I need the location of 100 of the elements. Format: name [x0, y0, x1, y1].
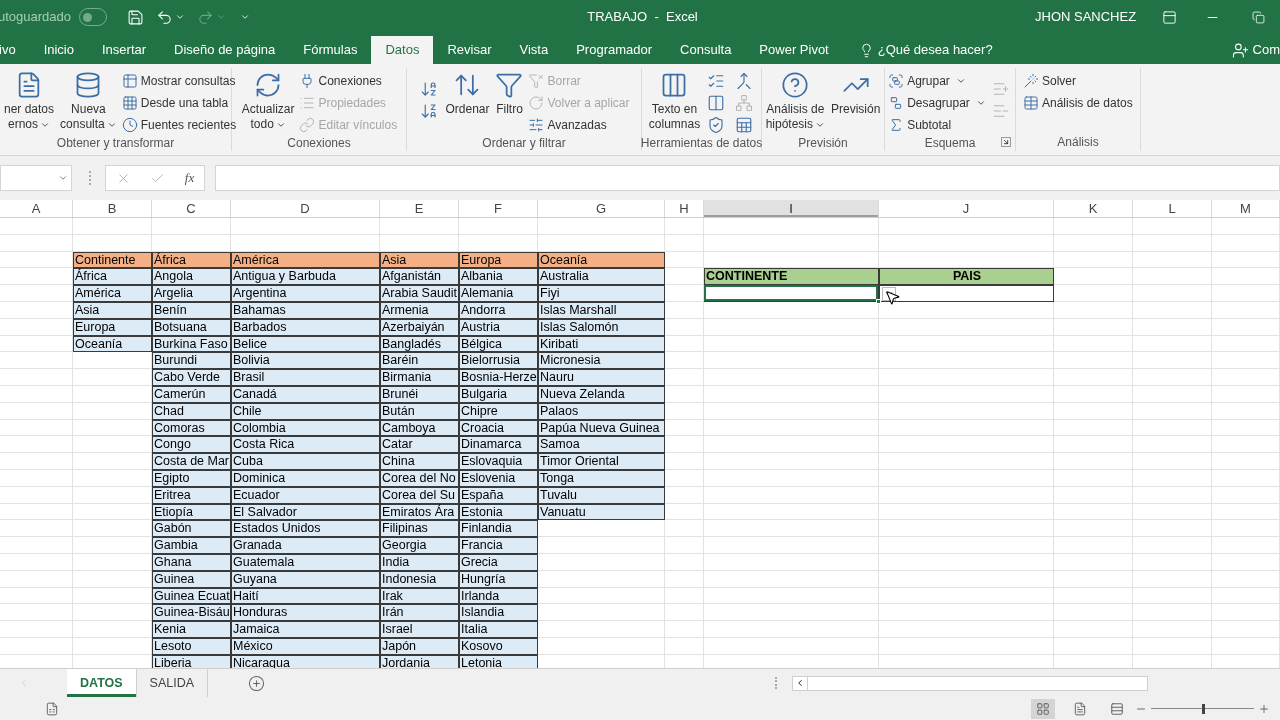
spreadsheet-cell[interactable]: [1054, 369, 1133, 386]
spreadsheet-cell[interactable]: [0, 553, 73, 571]
spreadsheet-cell[interactable]: [0, 503, 73, 521]
sheet-tab[interactable]: DATOS: [67, 669, 137, 697]
spreadsheet-cell[interactable]: [1212, 352, 1280, 370]
spreadsheet-cell[interactable]: [879, 318, 1054, 336]
ribbon-display-icon[interactable]: [1162, 9, 1178, 25]
spreadsheet-cell[interactable]: [879, 335, 1054, 353]
spreadsheet-cell[interactable]: [665, 520, 704, 538]
spreadsheet-cell[interactable]: [704, 335, 879, 353]
spreadsheet-cell[interactable]: [1212, 385, 1280, 403]
spreadsheet-cell[interactable]: [704, 604, 879, 622]
spreadsheet-cell[interactable]: [665, 419, 704, 437]
spreadsheet-cell[interactable]: [1054, 453, 1133, 470]
ribbon-tab[interactable]: Diseño de página: [160, 36, 290, 64]
spreadsheet-cell[interactable]: [704, 302, 879, 319]
spreadsheet-cell[interactable]: [1054, 318, 1133, 336]
spreadsheet-cell[interactable]: [665, 604, 704, 622]
ribbon-button[interactable]: Análisis de datos: [1022, 92, 1134, 114]
large-ribbon-button[interactable]: Nueva consulta: [58, 68, 119, 134]
ribbon-tab[interactable]: Datos: [371, 36, 434, 64]
ribbon-button[interactable]: Mostrar consultas: [120, 70, 238, 92]
spreadsheet-cell[interactable]: [1054, 621, 1133, 638]
spreadsheet-cell[interactable]: [879, 520, 1054, 538]
large-ribbon-button[interactable]: Actualizar todo: [239, 68, 297, 134]
large-ribbon-button[interactable]: Filtro: [493, 68, 526, 134]
spreadsheet-cell[interactable]: [73, 218, 152, 235]
spreadsheet-cell[interactable]: [704, 436, 879, 454]
ribbon-button[interactable]: Solver: [1022, 70, 1134, 92]
spreadsheet-cell[interactable]: [665, 469, 704, 487]
spreadsheet-cell[interactable]: [665, 335, 704, 353]
spreadsheet-cell[interactable]: [704, 318, 879, 336]
spreadsheet-cell[interactable]: [1054, 604, 1133, 622]
spreadsheet-cell[interactable]: [665, 587, 704, 605]
spreadsheet-cell[interactable]: [1133, 385, 1212, 403]
spreadsheet-cell[interactable]: [665, 318, 704, 336]
spreadsheet-cell[interactable]: [704, 553, 879, 571]
scroll-left-icon[interactable]: [795, 678, 805, 688]
spreadsheet-cell[interactable]: [0, 234, 73, 252]
spreadsheet-cell[interactable]: [879, 537, 1054, 554]
spreadsheet-cell[interactable]: [73, 234, 152, 252]
spreadsheet-cell[interactable]: [1054, 385, 1133, 403]
spreadsheet-cell[interactable]: [459, 234, 538, 252]
spreadsheet-cell[interactable]: [231, 234, 380, 252]
spreadsheet-cell[interactable]: [665, 453, 704, 470]
spreadsheet-cell[interactable]: [380, 218, 459, 235]
spreadsheet-cell[interactable]: [879, 402, 1054, 420]
spreadsheet-cell[interactable]: [538, 553, 665, 571]
spreadsheet-cell[interactable]: [704, 537, 879, 554]
spreadsheet-cell[interactable]: [1133, 436, 1212, 454]
spreadsheet-cell[interactable]: [0, 419, 73, 437]
spreadsheet-cell[interactable]: [538, 520, 665, 538]
spreadsheet-cell[interactable]: [665, 503, 704, 521]
spreadsheet-cell[interactable]: [1212, 520, 1280, 538]
spreadsheet-cell[interactable]: [1133, 285, 1212, 302]
spreadsheet-cell[interactable]: [538, 637, 665, 655]
spreadsheet-cell[interactable]: [1212, 604, 1280, 622]
spreadsheet-cell[interactable]: [1133, 218, 1212, 235]
spreadsheet-cell[interactable]: [538, 537, 665, 554]
ribbon-button[interactable]: Conexiones: [298, 70, 399, 92]
spreadsheet-cell[interactable]: [1133, 335, 1212, 353]
spreadsheet-cell[interactable]: [1133, 537, 1212, 554]
dialog-launcher-button[interactable]: [1001, 137, 1011, 147]
spreadsheet-cell[interactable]: [1054, 553, 1133, 571]
fill-handle[interactable]: [876, 299, 881, 304]
spreadsheet-cell[interactable]: [1133, 621, 1212, 638]
spreadsheet-cell[interactable]: [0, 385, 73, 403]
spreadsheet-cell[interactable]: [1054, 251, 1133, 269]
spreadsheet-cell[interactable]: [1212, 318, 1280, 336]
spreadsheet-cell[interactable]: [665, 302, 704, 319]
spreadsheet-cell[interactable]: [0, 486, 73, 504]
spreadsheet-cell[interactable]: [1212, 285, 1280, 302]
spreadsheet-cell[interactable]: [0, 637, 73, 655]
ribbon-button[interactable]: Subtotal: [887, 114, 987, 136]
column-header[interactable]: A: [0, 200, 73, 217]
ribbon-tab[interactable]: Consulta: [666, 36, 746, 64]
spreadsheet-cell[interactable]: [0, 453, 73, 470]
formula-input[interactable]: [215, 165, 1280, 191]
save-icon[interactable]: [127, 8, 144, 26]
spreadsheet-cell[interactable]: [879, 587, 1054, 605]
spreadsheet-cell[interactable]: [704, 369, 879, 386]
spreadsheet-cell[interactable]: [538, 218, 665, 235]
name-box[interactable]: [0, 165, 72, 191]
spreadsheet-cell[interactable]: [1054, 234, 1133, 252]
spreadsheet-cell[interactable]: [0, 520, 73, 538]
spreadsheet-cell[interactable]: [0, 352, 73, 370]
spreadsheet-cell[interactable]: [665, 352, 704, 370]
redo-icon[interactable]: [197, 8, 214, 26]
spreadsheet-cell[interactable]: [665, 621, 704, 638]
spreadsheet-cell[interactable]: [879, 604, 1054, 622]
spreadsheet-cell[interactable]: [1054, 335, 1133, 353]
spreadsheet-cell[interactable]: [665, 251, 704, 269]
large-ribbon-button[interactable]: Texto en columnas: [646, 68, 703, 134]
column-header[interactable]: E: [380, 200, 459, 217]
ribbon-button[interactable]: Fuentes recientes: [120, 114, 238, 136]
spreadsheet-cell[interactable]: [704, 453, 879, 470]
spreadsheet-cell[interactable]: [879, 503, 1054, 521]
spreadsheet-cell[interactable]: [704, 486, 879, 504]
large-ribbon-button[interactable]: Análisis de hipótesis: [763, 68, 827, 134]
spreadsheet-cell[interactable]: [665, 369, 704, 386]
